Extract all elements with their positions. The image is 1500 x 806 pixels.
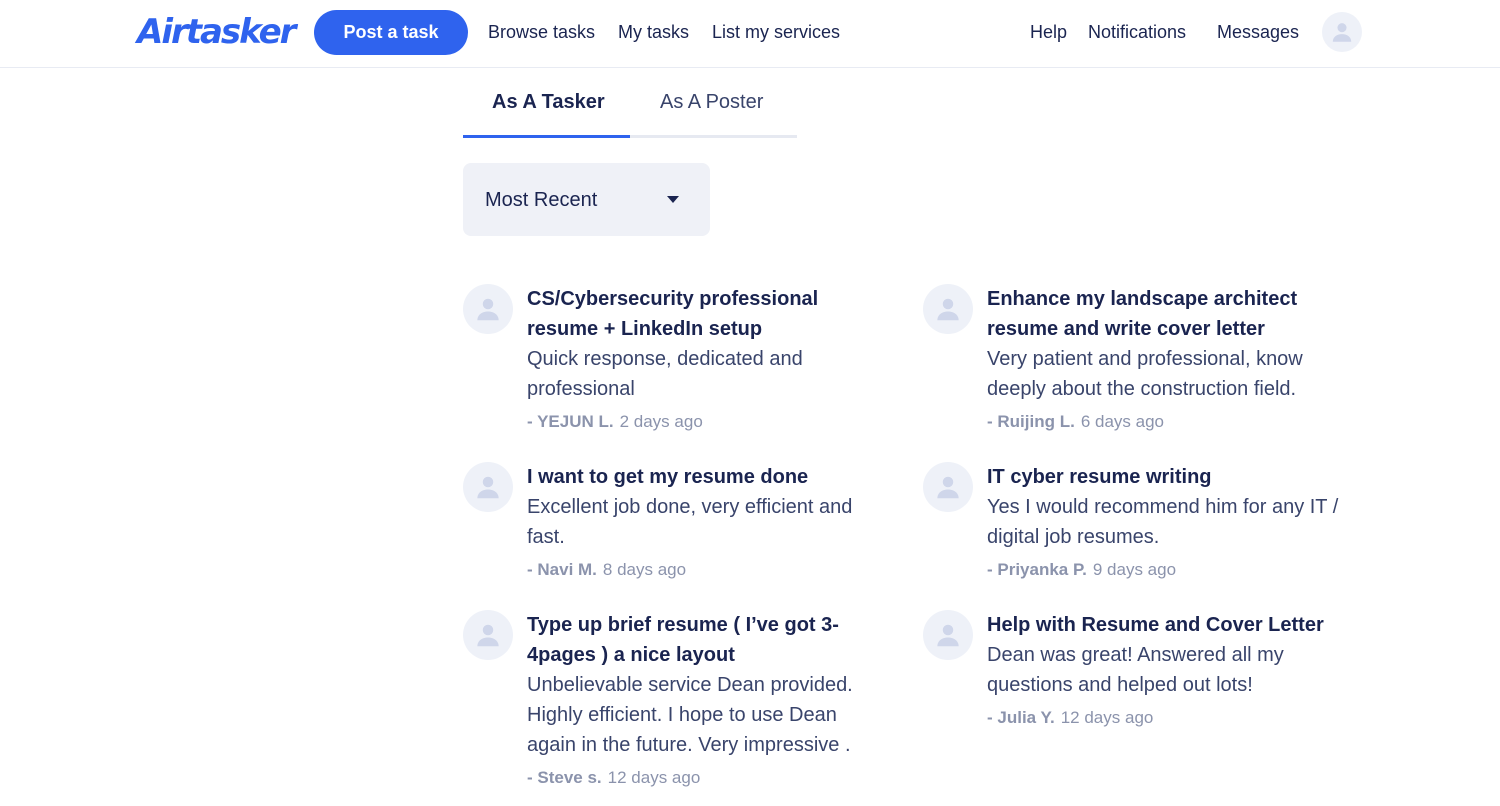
reviewer-avatar: [463, 610, 513, 660]
review-task-title[interactable]: Type up brief resume ( I’ve got 3-4pages…: [527, 610, 887, 670]
review-time: 9 days ago: [1092, 560, 1177, 579]
user-avatar-icon: [937, 298, 959, 321]
review-text: Excellent job done, very efficient and f…: [527, 496, 853, 548]
reviewer-avatar: [463, 462, 513, 512]
user-avatar-icon: [1332, 23, 1352, 42]
tab-as-a-tasker[interactable]: As A Tasker: [492, 88, 605, 116]
review-author: - Priyanka P.: [987, 560, 1087, 579]
profile-avatar[interactable]: [1322, 12, 1362, 52]
review-text: Unbelievable service Dean provided. High…: [527, 674, 853, 756]
tab-as-a-poster[interactable]: As A Poster: [660, 88, 763, 116]
review-author: - Ruijing L.: [987, 412, 1075, 431]
review-task-title[interactable]: I want to get my resume done: [527, 462, 887, 492]
user-avatar-icon: [477, 476, 499, 499]
top-navigation-bar: Airtasker Post a task Browse tasks My ta…: [0, 0, 1500, 68]
active-tab-indicator: [463, 135, 630, 138]
review-time: 2 days ago: [619, 412, 703, 431]
review-task-title[interactable]: CS/Cybersecurity professional resume + L…: [527, 284, 887, 344]
sort-selected-value: Most Recent: [485, 189, 598, 211]
review-time: 6 days ago: [1080, 412, 1165, 431]
nav-browse-tasks[interactable]: Browse tasks: [488, 20, 595, 44]
review-author: - Julia Y.: [987, 708, 1055, 727]
user-avatar-icon: [937, 624, 959, 647]
reviewer-avatar: [923, 610, 973, 660]
user-avatar-icon: [477, 298, 499, 321]
review-meta: - Julia Y. 12 days ago: [987, 706, 1347, 730]
review-meta: - YEJUN L. 2 days ago: [527, 410, 887, 434]
reviewer-avatar: [463, 284, 513, 334]
user-avatar-icon: [937, 476, 959, 499]
review-time: 12 days ago: [1060, 708, 1154, 727]
nav-list-my-services[interactable]: List my services: [712, 20, 840, 44]
review-meta: - Priyanka P. 9 days ago: [987, 558, 1347, 582]
review-task-title[interactable]: Enhance my landscape architect resume an…: [987, 284, 1347, 344]
review-time: 8 days ago: [602, 560, 687, 579]
nav-notifications[interactable]: Notifications: [1088, 20, 1186, 44]
review-task-title[interactable]: Help with Resume and Cover Letter: [987, 610, 1347, 640]
nav-messages[interactable]: Messages: [1217, 20, 1299, 44]
review-author: - YEJUN L.: [527, 412, 614, 431]
review-meta: - Navi M. 8 days ago: [527, 558, 887, 582]
review-author: - Navi M.: [527, 560, 597, 579]
review-author: - Steve s.: [527, 768, 602, 787]
reviewer-avatar: [923, 462, 973, 512]
caret-down-icon: [667, 196, 679, 203]
review-text: Very patient and professional, know deep…: [987, 348, 1303, 400]
reviewer-avatar: [923, 284, 973, 334]
review-text: Quick response, dedicated and profession…: [527, 348, 803, 400]
review-time: 12 days ago: [607, 768, 701, 787]
review-text: Dean was great! Answered all my question…: [987, 644, 1284, 696]
review-task-title[interactable]: IT cyber resume writing: [987, 462, 1347, 492]
airtasker-logo[interactable]: Airtasker: [137, 12, 296, 52]
post-a-task-button[interactable]: Post a task: [314, 10, 468, 55]
user-avatar-icon: [477, 624, 499, 647]
review-meta: - Ruijing L. 6 days ago: [987, 410, 1347, 434]
sort-dropdown[interactable]: Most Recent: [463, 163, 710, 236]
nav-help[interactable]: Help: [1030, 20, 1067, 44]
review-text: Yes I would recommend him for any IT / d…: [987, 496, 1339, 548]
review-meta: - Steve s. 12 days ago: [527, 766, 887, 790]
nav-my-tasks[interactable]: My tasks: [618, 20, 689, 44]
